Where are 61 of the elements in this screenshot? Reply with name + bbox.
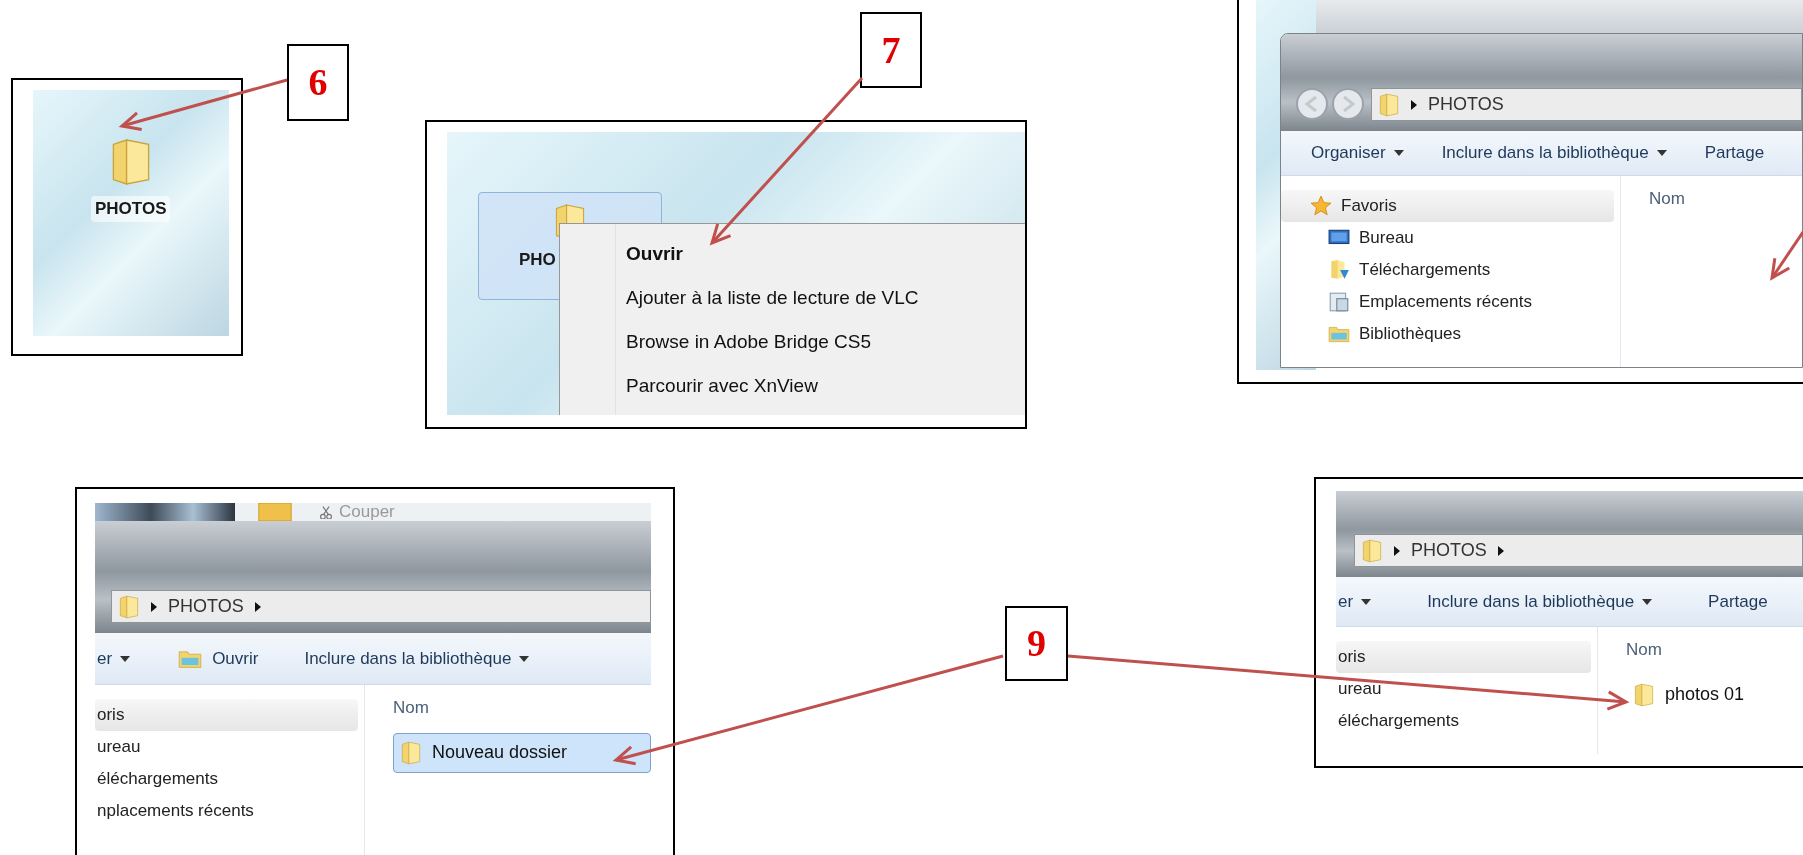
nav-item[interactable]: Emplacements récents	[1281, 286, 1620, 318]
nav-item[interactable]: éléchargements	[95, 763, 364, 795]
breadcrumb[interactable]: PHOTOS	[168, 593, 244, 620]
menu-item[interactable]: Browse in Adobe Bridge CS5	[626, 324, 919, 360]
file-name: photos 01	[1665, 683, 1745, 706]
step-number-label: 6	[287, 44, 349, 121]
column-header[interactable]: Nom	[393, 695, 651, 721]
folder-icon	[118, 593, 140, 620]
back-button-icon	[1295, 87, 1329, 121]
step-number-label: 9	[1005, 606, 1068, 681]
toolbar-button[interactable]: Organiser	[1311, 140, 1404, 166]
toolbar-button[interactable]: Ouvrir	[176, 645, 259, 672]
folder-icon	[1378, 91, 1400, 118]
menu-item[interactable]: Parcourir avec XnView	[626, 368, 919, 404]
toolbar-button[interactable]: er	[1338, 588, 1372, 615]
file-row[interactable]: Nouveau dossier	[393, 732, 651, 773]
step-number-label: 7	[860, 12, 922, 88]
folder-label[interactable]: PHOTOS	[91, 196, 171, 222]
folder-icon	[1633, 681, 1655, 708]
chevron-right-icon	[150, 600, 158, 613]
nav-item[interactable]: ureau	[95, 731, 364, 763]
toolbar-button[interactable]: Inclure dans la bibliothèque	[1427, 588, 1653, 615]
nav-item[interactable]: Téléchargements	[1281, 254, 1620, 286]
nav-item[interactable]: ureau	[1336, 673, 1597, 705]
menu-item[interactable]: Ajouter à la liste de lecture de VLC	[626, 280, 919, 316]
column-header[interactable]: Nom	[1626, 637, 1803, 663]
nav-item[interactable]: Bureau	[1281, 222, 1620, 254]
chevron-right-icon	[253, 600, 262, 613]
nav-item[interactable]: nplacements récents	[95, 795, 364, 827]
toolbar-button[interactable]: Inclure dans la bibliothèque	[1441, 140, 1667, 166]
caret-down-icon	[519, 655, 530, 662]
nav-item[interactable]: éléchargements	[1336, 705, 1597, 737]
caret-down-icon	[1361, 598, 1372, 605]
toolbar-button[interactable]: Partage	[1708, 588, 1768, 615]
arrow	[1770, 231, 1803, 281]
nav-item[interactable]: Bibliothèques	[1281, 318, 1620, 350]
address-bar[interactable]: PHOTOS	[1354, 534, 1803, 567]
breadcrumb[interactable]: PHOTOS	[1411, 537, 1487, 564]
toolbar-button[interactable]: Partage	[1704, 140, 1765, 166]
breadcrumb[interactable]: PHOTOS	[1428, 91, 1504, 118]
scissors-icon	[319, 505, 333, 519]
star-icon	[1309, 195, 1333, 217]
caret-down-icon	[1642, 598, 1653, 605]
chevron-right-icon	[1393, 544, 1401, 557]
caret-down-icon	[1393, 150, 1404, 156]
folder-icon	[400, 739, 422, 766]
toolbar-button[interactable]: Inclure dans la bibliothèque	[304, 645, 530, 672]
caret-down-icon	[1656, 150, 1667, 156]
chevron-right-icon	[1496, 544, 1505, 557]
file-name: Nouveau dossier	[432, 741, 568, 764]
column-header[interactable]: Nom	[1649, 186, 1802, 212]
chevron-right-icon	[1410, 98, 1418, 111]
file-row[interactable]: photos 01	[1626, 674, 1803, 715]
folder-icon	[1361, 537, 1383, 564]
menu-item[interactable]: Ouvrir	[626, 236, 919, 272]
forward-button-icon	[1331, 87, 1365, 121]
toolbar-button[interactable]: er	[97, 645, 131, 672]
recent-places-icon	[1327, 291, 1351, 313]
address-bar[interactable]: PHOTOS	[111, 590, 651, 623]
address-bar[interactable]: PHOTOS	[1371, 88, 1802, 121]
caret-down-icon	[120, 655, 131, 662]
